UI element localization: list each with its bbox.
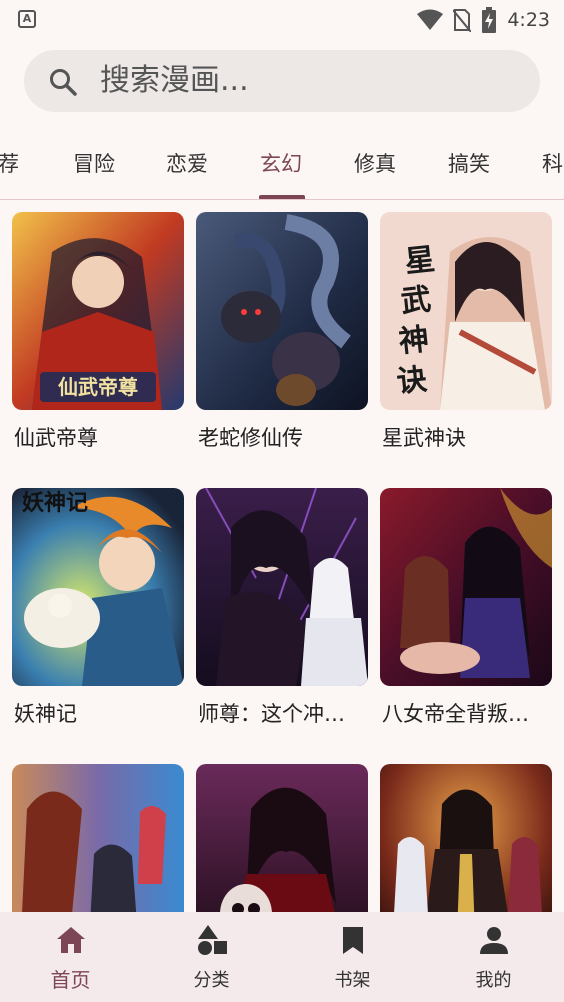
bookmark-icon[interactable] bbox=[337, 924, 369, 956]
svg-text:诀: 诀 bbox=[395, 362, 428, 400]
nav-profile[interactable]: 我的 bbox=[423, 912, 564, 1002]
search-input[interactable]: 搜索漫画... bbox=[100, 50, 249, 112]
comic-cover[interactable]: 星 武 神 诀 bbox=[380, 212, 552, 410]
cover-title-text: 仙武帝尊 bbox=[58, 375, 138, 399]
nav-bookshelf[interactable]: 书架 bbox=[282, 912, 423, 1002]
no-sim-icon bbox=[453, 9, 472, 32]
svg-text:神: 神 bbox=[397, 322, 430, 360]
tab-recommend[interactable]: 荐 bbox=[0, 148, 19, 178]
status-indicators: 4:23 bbox=[417, 6, 550, 34]
search-bar[interactable]: 搜索漫画... bbox=[24, 50, 540, 112]
comic-title[interactable]: 星武神诀 bbox=[382, 422, 554, 452]
bottom-navigation: 首页 分类 书架 我的 bbox=[0, 912, 564, 1002]
nav-category[interactable]: 分类 bbox=[141, 912, 282, 1002]
comic-cover[interactable]: 仙武帝尊 bbox=[12, 212, 184, 410]
cover-title-text: 妖神记 bbox=[22, 490, 88, 516]
tab-romance[interactable]: 恋爱 bbox=[166, 148, 208, 178]
comic-cover[interactable] bbox=[196, 488, 368, 686]
notification-icon: A bbox=[18, 10, 36, 28]
tab-comedy[interactable]: 搞笑 bbox=[448, 148, 490, 178]
comic-title[interactable]: 妖神记 bbox=[14, 698, 186, 728]
comic-cover[interactable] bbox=[380, 488, 552, 686]
status-time: 4:23 bbox=[507, 9, 550, 31]
tab-cultivation[interactable]: 修真 bbox=[354, 148, 396, 178]
svg-text:武: 武 bbox=[399, 282, 432, 320]
comic-cover[interactable]: 妖神记 bbox=[12, 488, 184, 686]
tab-fantasy[interactable]: 玄幻 bbox=[260, 148, 302, 178]
comic-title[interactable]: 八女帝全背叛… bbox=[382, 698, 554, 728]
battery-charging-icon bbox=[482, 7, 497, 33]
search-icon[interactable] bbox=[48, 67, 78, 97]
comic-title[interactable]: 老蛇修仙传 bbox=[198, 422, 370, 452]
nav-label[interactable]: 首页 bbox=[0, 964, 141, 993]
wifi-icon bbox=[417, 9, 444, 30]
cover-title-text: 星 bbox=[403, 242, 436, 280]
person-icon[interactable] bbox=[478, 924, 510, 956]
comic-title[interactable]: 师尊：这个冲… bbox=[198, 698, 370, 728]
nav-label[interactable]: 书架 bbox=[282, 966, 423, 992]
nav-label[interactable]: 分类 bbox=[141, 966, 282, 992]
category-icon[interactable] bbox=[196, 924, 228, 956]
category-tabs: 荐 冒险 恋爱 玄幻 修真 搞笑 科 bbox=[0, 130, 564, 200]
comic-cover[interactable] bbox=[196, 212, 368, 410]
tab-indicator bbox=[259, 195, 305, 199]
nav-home[interactable]: 首页 bbox=[0, 912, 141, 1002]
home-icon[interactable] bbox=[55, 924, 87, 956]
tab-adventure[interactable]: 冒险 bbox=[73, 148, 115, 178]
comic-title[interactable]: 仙武帝尊 bbox=[14, 422, 186, 452]
status-bar: A 4:23 bbox=[0, 0, 564, 40]
tab-scifi[interactable]: 科 bbox=[542, 148, 563, 178]
nav-label[interactable]: 我的 bbox=[423, 966, 564, 992]
